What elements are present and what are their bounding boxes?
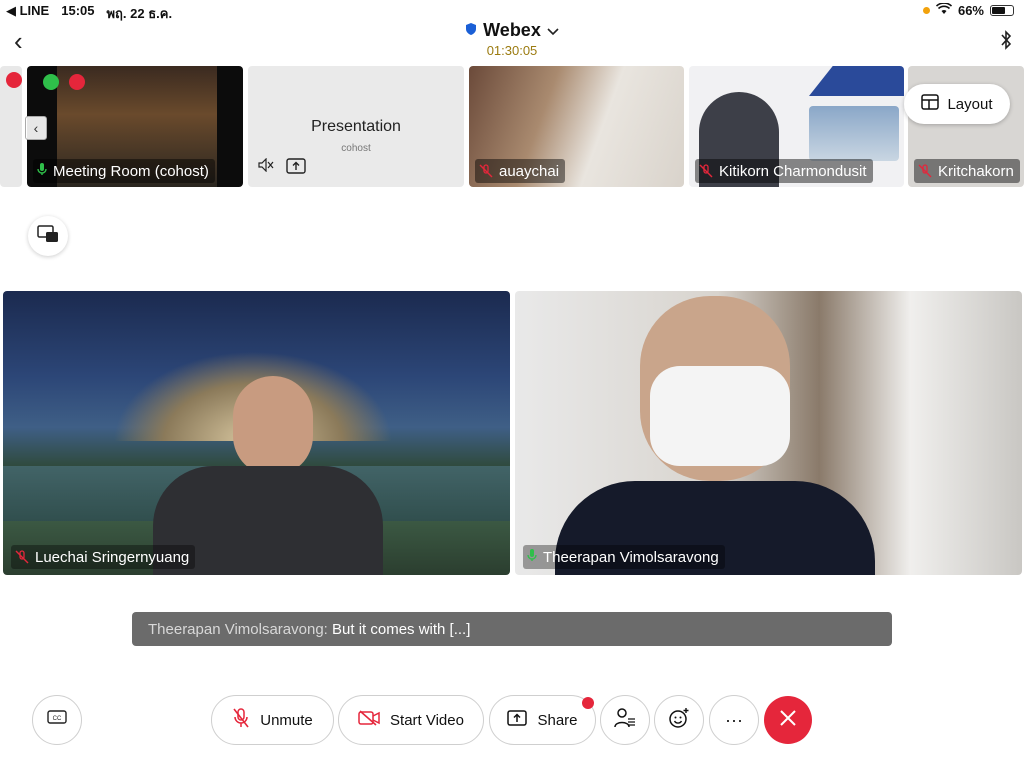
share-screen-icon bbox=[286, 158, 306, 179]
mic-on-icon bbox=[37, 162, 47, 180]
wifi-icon bbox=[935, 2, 953, 18]
more-options-button[interactable]: ··· bbox=[709, 695, 759, 745]
participant-name: Luechai Sringernyuang bbox=[35, 548, 190, 566]
participant-label: Meeting Room (cohost) bbox=[33, 159, 215, 183]
participant-label: Theerapan Vimolsaravong bbox=[523, 545, 725, 569]
video-tile-theerapan[interactable]: Theerapan Vimolsaravong bbox=[515, 291, 1022, 575]
leave-meeting-button[interactable] bbox=[764, 696, 812, 744]
participant-label: Kritchakorn bbox=[914, 159, 1020, 183]
signal-icon bbox=[43, 74, 59, 90]
participant-tile-meeting-room[interactable]: Meeting Room (cohost) bbox=[27, 66, 243, 187]
participant-name: Theerapan Vimolsaravong bbox=[543, 548, 719, 566]
mic-on-icon bbox=[527, 548, 537, 566]
participant-name: Kritchakorn bbox=[938, 162, 1014, 180]
participant-name: Kitikorn Charmondusit bbox=[719, 162, 867, 180]
mic-muted-icon bbox=[479, 164, 493, 178]
mic-muted-icon bbox=[6, 72, 22, 88]
emoji-add-icon bbox=[668, 707, 690, 733]
caption-text: But it comes with [...] bbox=[327, 620, 471, 638]
participants-icon bbox=[614, 708, 636, 732]
meeting-title-button[interactable]: Webex bbox=[465, 20, 559, 41]
closed-caption-bar: Theerapan Vimolsaravong: But it comes wi… bbox=[132, 612, 892, 646]
share-label: Share bbox=[537, 711, 578, 729]
meeting-header: Webex 01:30:05 bbox=[0, 20, 1024, 58]
webex-meeting-screen: ◀ LINE 15:05 พฤ. 22 ธ.ค. 66% ‹ Webex 01:… bbox=[0, 0, 1024, 768]
start-video-label: Start Video bbox=[390, 711, 464, 729]
participant-strip[interactable]: Meeting Room (cohost) Presentation cohos… bbox=[0, 66, 1024, 188]
participant-tile-partial[interactable] bbox=[0, 66, 22, 187]
share-button[interactable]: Share bbox=[489, 695, 596, 745]
mic-muted-icon bbox=[15, 550, 29, 564]
participants-button[interactable] bbox=[600, 695, 650, 745]
layout-label: Layout bbox=[947, 95, 993, 113]
participant-label: Kitikorn Charmondusit bbox=[695, 159, 873, 183]
battery-icon bbox=[990, 5, 1014, 16]
start-video-button[interactable]: Start Video bbox=[338, 695, 484, 745]
chevron-left-icon[interactable]: ‹ bbox=[25, 116, 47, 140]
closed-captions-button[interactable]: CC bbox=[32, 695, 82, 745]
picture-in-picture-button[interactable] bbox=[28, 216, 68, 256]
privacy-dot-icon bbox=[922, 7, 930, 14]
eye-icon bbox=[69, 74, 85, 90]
mic-muted-icon bbox=[232, 708, 250, 732]
battery-percent: 66% bbox=[957, 3, 984, 18]
background-banner bbox=[809, 66, 904, 96]
layout-icon bbox=[921, 94, 940, 114]
speaker-muted-icon bbox=[258, 157, 274, 179]
reactions-button[interactable] bbox=[654, 695, 704, 745]
unmute-button[interactable]: Unmute bbox=[211, 695, 334, 745]
close-icon bbox=[779, 709, 797, 731]
presentation-title: Presentation bbox=[311, 118, 401, 135]
closed-captions-icon: CC bbox=[47, 710, 67, 730]
participant-name: auaychai bbox=[499, 162, 560, 180]
bluetooth-icon[interactable] bbox=[1000, 30, 1012, 55]
mic-muted-icon bbox=[918, 164, 932, 178]
participant-tile-kitikorn[interactable]: Kitikorn Charmondusit bbox=[689, 66, 904, 187]
participant-name: Meeting Room (cohost) bbox=[53, 162, 209, 180]
notification-dot bbox=[582, 697, 594, 709]
share-screen-icon bbox=[507, 710, 528, 730]
more-label: ··· bbox=[725, 709, 743, 730]
background-building bbox=[809, 106, 899, 161]
participant-label: auaychai bbox=[475, 159, 566, 183]
participant-tile-auaychai[interactable]: auaychai bbox=[469, 66, 684, 187]
svg-text:CC: CC bbox=[53, 716, 62, 722]
meeting-title: Webex bbox=[483, 20, 541, 40]
chevron-down-icon bbox=[547, 20, 559, 41]
video-person bbox=[555, 291, 875, 575]
video-off-icon bbox=[358, 710, 380, 730]
picture-in-picture-icon bbox=[37, 224, 59, 248]
mic-muted-icon bbox=[699, 164, 713, 178]
status-bar: ◀ LINE 15:05 พฤ. 22 ธ.ค. 66% bbox=[0, 0, 1024, 22]
meeting-timer: 01:30:05 bbox=[486, 43, 538, 58]
presentation-tile[interactable]: Presentation cohost bbox=[248, 66, 464, 187]
unmute-label: Unmute bbox=[260, 711, 313, 729]
shield-icon bbox=[465, 20, 477, 41]
video-tile-luechai[interactable]: Luechai Sringernyuang bbox=[3, 291, 510, 575]
participant-label: Luechai Sringernyuang bbox=[11, 545, 196, 569]
presentation-role: cohost bbox=[341, 143, 371, 154]
caption-speaker: Theerapan Vimolsaravong: bbox=[148, 620, 328, 638]
layout-button[interactable]: Layout bbox=[904, 84, 1010, 124]
